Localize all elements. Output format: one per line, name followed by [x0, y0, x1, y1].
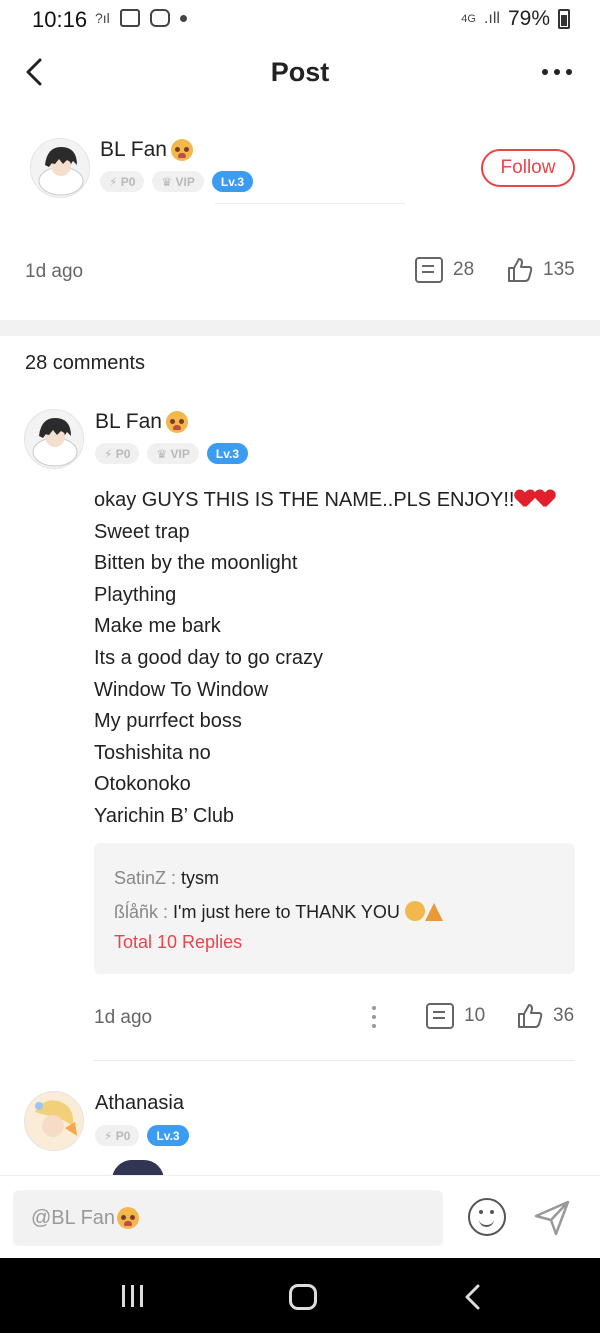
hot-face-emoji-icon	[117, 1207, 140, 1229]
battery-icon	[558, 9, 570, 29]
battery-percent: 79%	[507, 7, 550, 30]
reply-item: SatinZ : tysm	[114, 868, 220, 888]
system-back-button[interactable]	[462, 1283, 484, 1311]
author-name[interactable]: BL Fan	[100, 138, 193, 162]
vip-badge: ♛ VIP	[152, 171, 204, 192]
comment-divider	[94, 1060, 575, 1061]
signal-icon: .ıll	[483, 10, 500, 27]
post-comments-button[interactable]: 28	[415, 257, 474, 283]
comment-line: Yarichin B’ Club	[94, 804, 235, 827]
author-avatar[interactable]	[30, 138, 90, 198]
recents-button[interactable]	[122, 1285, 143, 1307]
comment-input[interactable]: @BL Fan	[13, 1190, 443, 1246]
commenter-name[interactable]: Athanasia	[95, 1092, 184, 1115]
points-badge: ⚡ P0	[95, 443, 140, 464]
page-title: Post	[270, 57, 330, 87]
comment-reply-count: 10	[464, 1005, 486, 1026]
post-like-button[interactable]: 135	[507, 257, 575, 283]
comment-line: Make me bark	[94, 615, 221, 638]
points-badge: ⚡ P0	[95, 1125, 140, 1146]
comment-line: Its a good day to go crazy	[94, 646, 324, 669]
comment-like-count: 36	[553, 1005, 575, 1026]
chevron-left-icon	[465, 1284, 480, 1310]
top-app-bar: Post	[0, 45, 600, 101]
section-divider	[0, 320, 600, 336]
reply-text: tysm	[181, 868, 220, 888]
post-comment-count: 28	[453, 259, 475, 280]
commenter-avatar[interactable]	[24, 409, 84, 469]
follow-button[interactable]: Follow	[481, 149, 575, 187]
post-time: 1d ago	[25, 261, 84, 282]
commenter-name[interactable]: BL Fan	[95, 410, 188, 434]
relieved-face-emoji-icon	[404, 901, 425, 921]
network-icon: 4G	[461, 13, 476, 25]
youtube-icon	[149, 9, 170, 27]
more-dots-icon	[542, 69, 548, 75]
commenter-avatar[interactable]	[24, 1091, 84, 1151]
send-icon	[534, 1200, 570, 1236]
reply-item: ßĺåñk : I'm just here to THANK YOU	[114, 895, 555, 929]
mention-text: @BL Fan	[31, 1206, 116, 1229]
gallery-icon	[119, 9, 140, 27]
vertical-dots-icon	[372, 1006, 376, 1010]
level-badge: Lv.3	[206, 443, 249, 464]
system-nav-bar	[0, 1258, 600, 1333]
commenter-badges: ⚡ P0 Lv.3	[95, 1125, 189, 1146]
comment-icon	[426, 1003, 454, 1029]
comment-line: Sweet trap	[94, 520, 190, 543]
comment-line: Toshishita no	[94, 741, 211, 764]
level-badge: Lv.3	[147, 1125, 189, 1146]
praying-hands-emoji-icon	[424, 903, 443, 921]
thumbs-up-icon	[508, 258, 533, 282]
reply-user: SatinZ	[114, 868, 167, 888]
recents-icon	[122, 1285, 125, 1307]
hot-face-emoji-icon	[165, 411, 188, 433]
comment-line: Window To Window	[94, 678, 269, 701]
wifi-call-icon: ?ıl	[95, 10, 110, 26]
post-like-count: 135	[543, 259, 575, 280]
comment-more-button[interactable]	[372, 1006, 376, 1028]
heart-icon	[535, 490, 555, 508]
comment-meta: 1d ago 10 36	[0, 1001, 600, 1035]
total-replies-link[interactable]: Total 10 Replies	[114, 932, 555, 953]
comment-line: Otokonoko	[94, 773, 191, 796]
author-badges: ⚡ P0 ♛ VIP Lv.3	[100, 171, 254, 192]
notification-dot-icon	[179, 14, 187, 22]
status-bar: 10:16 ?ıl 4G .ıll 79%	[0, 0, 600, 40]
more-options-button[interactable]	[542, 69, 572, 75]
points-badge: ⚡ P0	[100, 171, 145, 192]
comment-reply-button[interactable]: 10	[426, 1003, 485, 1029]
comment-body: okay GUYS THIS IS THE NAME..PLS ENJOY!! …	[94, 485, 584, 833]
comment-line: okay GUYS THIS IS THE NAME..PLS ENJOY!!	[94, 485, 584, 517]
hot-face-emoji-icon	[170, 139, 193, 161]
thumbs-up-icon	[518, 1004, 543, 1028]
vip-badge: ♛ VIP	[147, 443, 199, 464]
reply-text: I'm just here to THANK YOU	[173, 902, 400, 922]
comment-like-button[interactable]: 36	[517, 1003, 574, 1029]
comment-icon	[415, 257, 443, 283]
heart-icon	[515, 490, 535, 508]
level-badge: Lv.3	[211, 171, 254, 192]
comment-line: Plaything	[94, 583, 177, 606]
reply-user: ßĺåñk	[114, 902, 159, 922]
comment-line: My purrfect boss	[94, 710, 242, 733]
status-time: 10:16	[32, 7, 88, 32]
comment-line: Bitten by the moonlight	[94, 552, 298, 575]
home-button[interactable]	[289, 1284, 317, 1310]
comments-heading: 28 comments	[25, 352, 146, 374]
comment-input-bar: @BL Fan	[0, 1175, 600, 1258]
commenter-badges: ⚡ P0 ♛ VIP Lv.3	[95, 443, 249, 464]
send-button[interactable]	[532, 1198, 572, 1238]
divider	[215, 203, 405, 204]
emoji-picker-button[interactable]	[468, 1198, 506, 1236]
post-meta: 1d ago 28 135	[0, 255, 600, 289]
comment-time: 1d ago	[94, 1007, 153, 1028]
replies-preview[interactable]: SatinZ : tysm ßĺåñk : I'm just here to T…	[94, 843, 575, 974]
